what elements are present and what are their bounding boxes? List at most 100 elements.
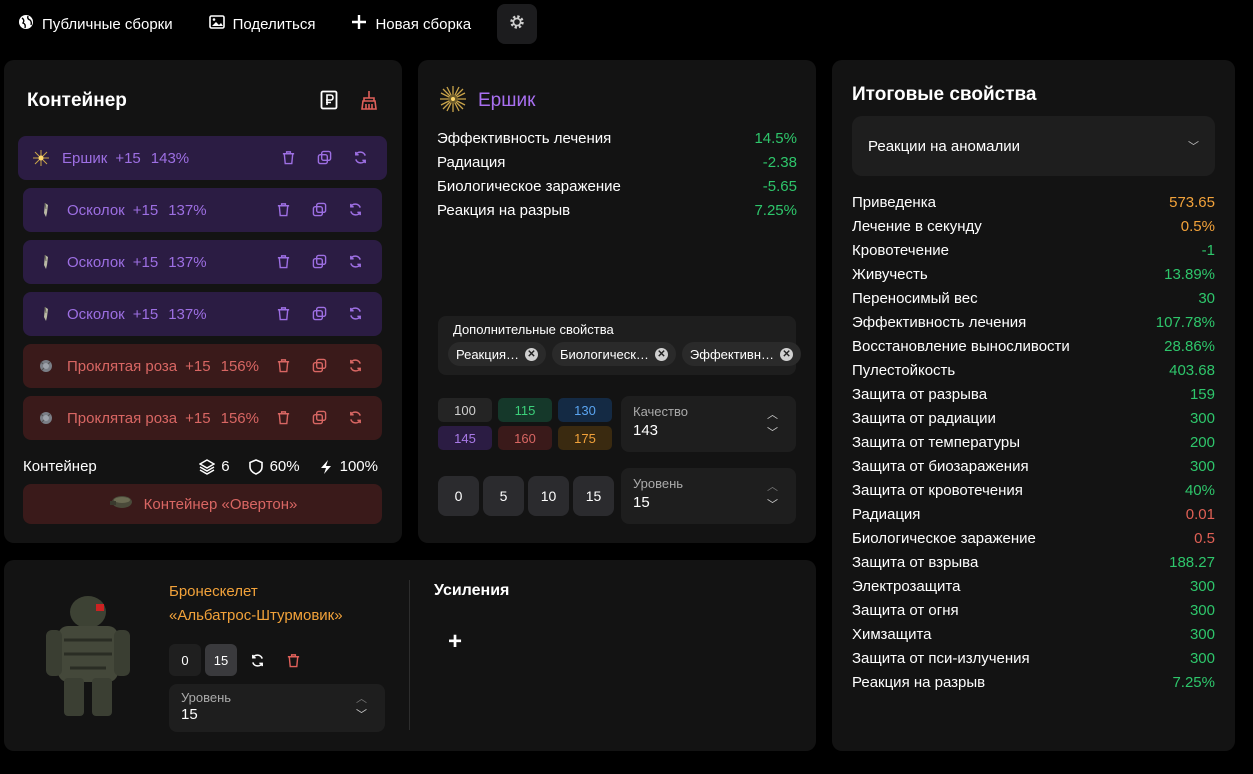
- armor-panel: Бронескелет «Альбатрос-Штурмовик» 0 15 У…: [4, 560, 816, 751]
- summary-label: Защита от огня: [852, 601, 959, 619]
- quality-select[interactable]: Качество 143 ︿ ﹀: [621, 396, 796, 452]
- trash-icon[interactable]: [276, 358, 292, 374]
- slots-value: 6: [221, 458, 230, 475]
- ruble-receipt-icon[interactable]: [320, 90, 338, 110]
- property-chip[interactable]: Биологическ… ✕: [552, 342, 676, 366]
- container-item-row[interactable]: Проклятая роза +15 156%: [23, 396, 382, 440]
- chevron-up-icon[interactable]: ︿: [767, 406, 778, 422]
- trash-icon[interactable]: [276, 410, 292, 426]
- armor-level-value: 15: [181, 706, 198, 723]
- trash-icon[interactable]: [276, 202, 292, 218]
- item-name: Осколок: [67, 305, 125, 323]
- public-builds-label: Публичные сборки: [42, 15, 173, 33]
- share-button[interactable]: Поделиться: [191, 4, 334, 44]
- summary-label: Защита от кровотечения: [852, 481, 1023, 499]
- level-select[interactable]: Уровень 15 ︿ ﹀: [621, 468, 796, 524]
- artifact-thumb-icon: [37, 305, 55, 323]
- quality-preset-button[interactable]: 130: [558, 398, 612, 422]
- chevron-up-icon[interactable]: ︿: [767, 478, 778, 494]
- quality-preset-button[interactable]: 145: [438, 426, 492, 450]
- copy-icon[interactable]: [312, 202, 328, 218]
- artifact-panel: Ершик Эффективность лечения 14.5% Радиация…: [418, 60, 816, 543]
- remove-chip-icon[interactable]: ✕: [780, 347, 794, 361]
- summary-value: 0.5%: [1180, 217, 1215, 235]
- summary-value: 403.68: [1169, 361, 1215, 379]
- property-chip[interactable]: Реакция… ✕: [448, 342, 546, 366]
- quality-preset-button[interactable]: 100: [438, 398, 492, 422]
- summary-label: Химзащита: [852, 625, 932, 643]
- copy-icon[interactable]: [312, 410, 328, 426]
- chevron-down-icon[interactable]: ﹀: [767, 496, 778, 512]
- summary-value: 7.25%: [1172, 673, 1215, 691]
- item-level: +15: [132, 253, 159, 271]
- quality-preset-button[interactable]: 115: [498, 398, 552, 422]
- add-boost-button[interactable]: +: [448, 628, 462, 656]
- level-preset-button[interactable]: 10: [528, 476, 569, 516]
- summary-row: Электрозащита 300: [852, 574, 1215, 598]
- container-select-button[interactable]: Контейнер «Овертон»: [23, 484, 382, 524]
- copy-icon[interactable]: [317, 150, 333, 166]
- copy-icon[interactable]: [312, 306, 328, 322]
- container-item-row[interactable]: Осколок +15 137%: [23, 292, 382, 336]
- property-label: Эффективность лечения: [437, 129, 612, 147]
- container-item-row[interactable]: Осколок +15 137%: [23, 188, 382, 232]
- container-item-row[interactable]: Ершик +15 143%: [18, 136, 387, 180]
- trash-icon[interactable]: [276, 254, 292, 270]
- refresh-icon[interactable]: [241, 644, 273, 676]
- item-name: Ершик: [62, 149, 108, 167]
- container-thumb-icon: [108, 492, 134, 516]
- summary-row: Химзащита 300: [852, 622, 1215, 646]
- item-level: +15: [185, 409, 211, 427]
- item-level: +15: [132, 305, 159, 323]
- refresh-icon[interactable]: [348, 358, 364, 374]
- summary-list: Приведенка 573.65 Лечение в секунду 0.5% Кро…: [852, 190, 1215, 694]
- summary-value: 30: [1198, 289, 1215, 307]
- summary-row: Защита от разрыва 159: [852, 382, 1215, 406]
- summary-row: Защита от огня 300: [852, 598, 1215, 622]
- level-preset-button[interactable]: 0: [438, 476, 479, 516]
- summary-row: Защита от кровотечения 40%: [852, 478, 1215, 502]
- trash-icon[interactable]: [277, 644, 309, 676]
- efficiency-value: 100%: [339, 458, 378, 475]
- trash-icon[interactable]: [276, 306, 292, 322]
- efficiency-stat: 100%: [318, 458, 378, 475]
- remove-chip-icon[interactable]: ✕: [654, 347, 668, 361]
- armor-level-15-button[interactable]: 15: [205, 644, 237, 676]
- broom-icon[interactable]: [360, 90, 378, 110]
- chevron-down-icon[interactable]: ﹀: [356, 706, 367, 722]
- remove-chip-icon[interactable]: ✕: [525, 347, 538, 361]
- refresh-icon[interactable]: [348, 306, 364, 322]
- container-footer-label: Контейнер: [23, 458, 97, 475]
- refresh-icon[interactable]: [353, 150, 369, 166]
- summary-value: 573.65: [1169, 193, 1215, 211]
- quality-preset-button[interactable]: 175: [558, 426, 612, 450]
- level-preset-button[interactable]: 5: [483, 476, 524, 516]
- container-item-row[interactable]: Осколок +15 137%: [23, 240, 382, 284]
- item-percent: 156%: [220, 357, 259, 375]
- armor-level-0-button[interactable]: 0: [169, 644, 201, 676]
- refresh-icon[interactable]: [348, 410, 364, 426]
- container-item-row[interactable]: Проклятая роза +15 156%: [23, 344, 382, 388]
- property-chip[interactable]: Эффективн… ✕: [681, 342, 802, 366]
- armor-image: [40, 590, 136, 720]
- level-preset-button[interactable]: 15: [573, 476, 614, 516]
- refresh-icon[interactable]: [348, 254, 364, 270]
- property-row: Реакция на разрыв 7.25%: [437, 198, 797, 222]
- summary-label: Восстановление выносливости: [852, 337, 1070, 355]
- category-select[interactable]: Реакции на аномалии ﹀: [852, 116, 1215, 176]
- armor-level-select[interactable]: Уровень 15 ︿ ﹀: [169, 684, 385, 732]
- trash-icon[interactable]: [281, 150, 297, 166]
- summary-title: Итоговые свойства: [852, 84, 1037, 105]
- slots-stat: 6: [199, 458, 230, 475]
- public-builds-button[interactable]: Публичные сборки: [0, 4, 191, 44]
- quality-preset-button[interactable]: 160: [498, 426, 552, 450]
- refresh-icon[interactable]: [348, 202, 364, 218]
- property-row: Радиация -2.38: [437, 150, 797, 174]
- settings-button[interactable]: [497, 4, 538, 44]
- copy-icon[interactable]: [312, 254, 328, 270]
- copy-icon[interactable]: [312, 358, 328, 374]
- new-build-button[interactable]: Новая сборка: [333, 4, 489, 44]
- chevron-down-icon[interactable]: ﹀: [767, 424, 778, 440]
- chevron-up-icon[interactable]: ︿: [356, 690, 367, 706]
- item-name: Осколок: [67, 201, 125, 219]
